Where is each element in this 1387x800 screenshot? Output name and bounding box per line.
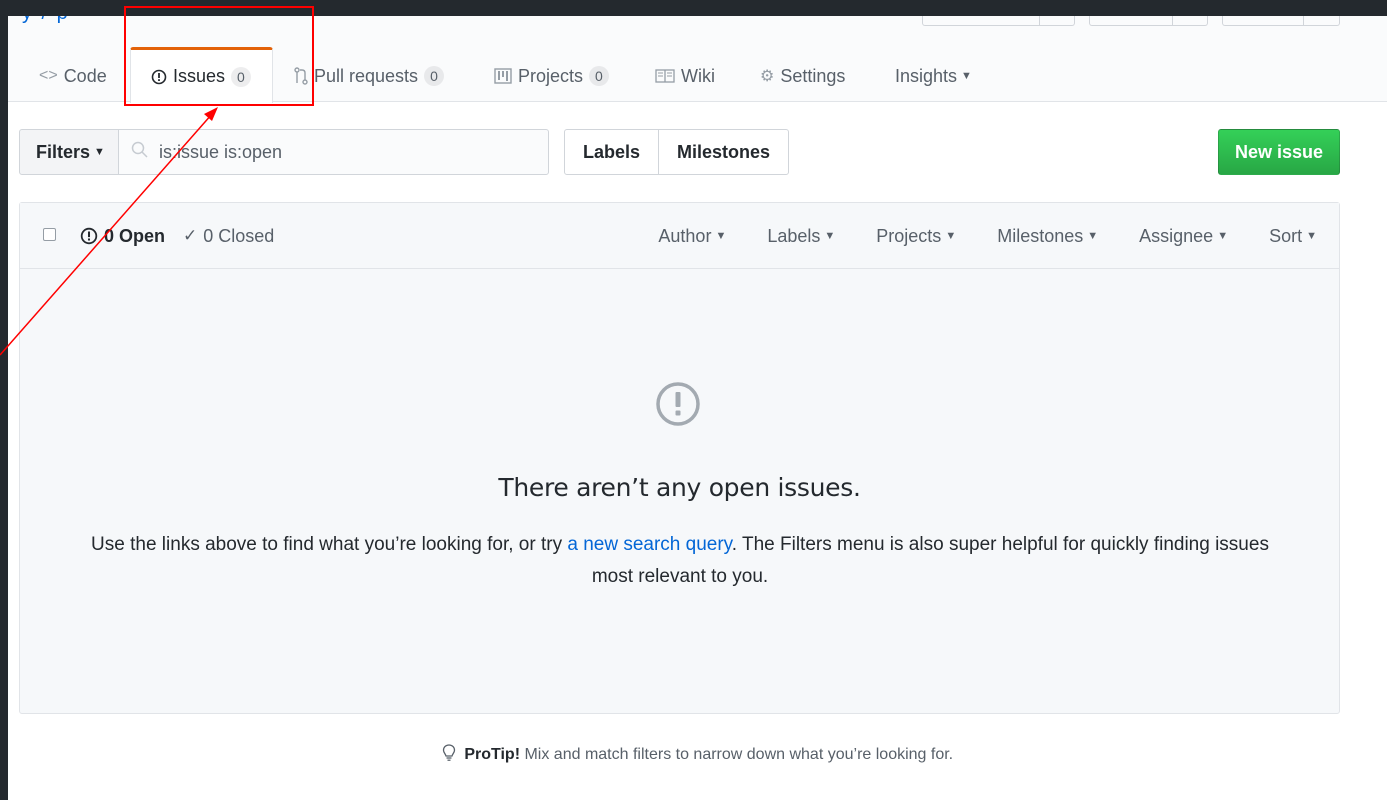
annotation-arrow [0,107,218,356]
